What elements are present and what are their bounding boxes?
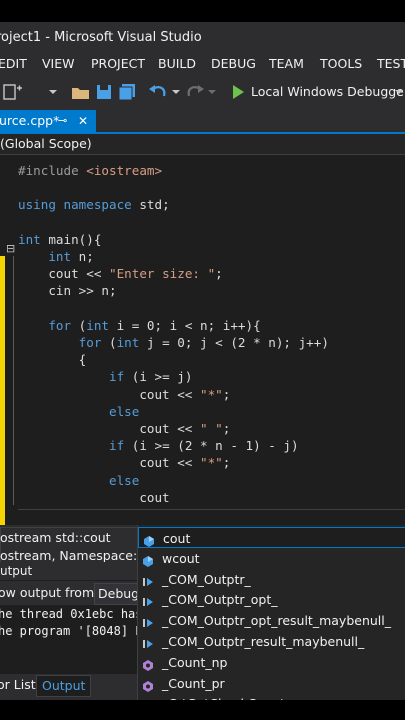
code-line[interactable]: { (18, 352, 87, 367)
tab-source-cpp[interactable]: urce.cpp* ⊸ ✕ (0, 110, 96, 132)
debugger-button[interactable]: Local Windows Debugger (251, 84, 405, 104)
function-icon (142, 677, 154, 692)
completion-item[interactable]: _COM_Outptr_opt_ (138, 589, 405, 610)
completion-label: _COM_Outptr_ (162, 571, 251, 587)
code-line[interactable]: if (i >= j) (18, 369, 192, 384)
change-margin (0, 256, 5, 505)
completion-item[interactable]: wcout (138, 548, 405, 569)
code-line[interactable]: if (i >= (2 * n - 1) - j) (18, 438, 299, 453)
menu-tools[interactable]: TOOLS (320, 56, 362, 71)
play-icon[interactable] (230, 82, 246, 102)
code-line[interactable]: int n; (18, 249, 94, 264)
completion-item[interactable]: cout (138, 527, 405, 548)
output-source-row: ow output from: Debug (0, 581, 142, 605)
code-editor-tail (0, 505, 405, 525)
quickinfo-line1: ostream std::cout (0, 530, 111, 545)
completion-item[interactable]: _COM_Outptr_ (138, 569, 405, 590)
close-icon[interactable]: ✕ (78, 110, 88, 132)
function-icon (142, 656, 154, 671)
undo-icon[interactable] (147, 82, 169, 102)
menu-test[interactable]: TEST (377, 56, 405, 71)
scope-label: (Global Scope) (0, 136, 92, 151)
completion-item[interactable]: _COM_Outptr_result_maybenull_ (138, 631, 405, 652)
redo-dropdown-icon (208, 90, 216, 94)
completion-label: _CrtGetCheckCount (162, 693, 285, 700)
tab-error-list[interactable]: or List (0, 674, 36, 696)
completion-item[interactable]: _Count_pr (138, 673, 405, 694)
tab-label: urce.cpp* (0, 113, 60, 128)
macro-icon (142, 614, 154, 628)
code-line[interactable]: for (int i = 0; i < n; i++){ (18, 318, 260, 333)
scope-dropdown[interactable]: (Global Scope) (0, 134, 405, 155)
window-title: roject1 - Microsoft Visual Studio (0, 30, 202, 45)
output-source-select[interactable]: Debug (94, 583, 142, 605)
output-line: he program '[8048] Pr (0, 624, 137, 638)
menu-team[interactable]: TEAM (269, 56, 304, 71)
completion-label: _Count_np (162, 654, 228, 670)
completion-item[interactable]: _Count_np (138, 652, 405, 673)
code-line[interactable]: for (int j = 0; j < (2 * n); j++) (18, 335, 329, 350)
menu-debug[interactable]: DEBUG (211, 56, 256, 71)
change-margin-tail (0, 505, 5, 525)
collapse-icon[interactable]: ⊟ (6, 242, 15, 255)
code-line[interactable]: cout << "*"; (18, 455, 230, 470)
menu-bar: EDIT VIEW PROJECT BUILD DEBUG TEAM TOOLS… (0, 54, 405, 76)
save-icon[interactable] (95, 82, 113, 102)
completion-item[interactable]: _COM_Outptr_opt_result_maybenull_ (138, 610, 405, 631)
intellisense-list[interactable]: cout wcout _COM_Outptr_ _COM_Outptr_opt_ _CO… (137, 525, 405, 700)
output-header: utput (0, 562, 137, 580)
save-all-icon[interactable] (117, 82, 137, 102)
code-line[interactable]: cout << " "; (18, 421, 230, 436)
output-line: he thread 0x1ebc has (0, 607, 137, 621)
ide-window: roject1 - Microsoft Visual Studio EDIT V… (0, 22, 405, 700)
menu-edit[interactable]: EDIT (0, 56, 27, 71)
completion-label: _Count_pr (162, 675, 225, 691)
undo-dropdown-icon[interactable] (170, 82, 182, 102)
tab-output[interactable]: Output (36, 675, 92, 697)
macro-icon (142, 635, 154, 648)
macro-icon (142, 593, 154, 607)
current-line-highlight (18, 509, 405, 526)
quick-info-tooltip: ostream std::cout ostream, Namespace: st… (0, 527, 160, 567)
code-line[interactable]: using namespace std; (18, 197, 170, 212)
new-project-icon[interactable] (2, 82, 24, 102)
bottom-tabs: or List Output (0, 674, 137, 698)
variable-icon (142, 552, 154, 567)
menu-build[interactable]: BUILD (158, 56, 196, 71)
completion-label: cout (163, 531, 191, 546)
code-line[interactable]: cout (18, 490, 169, 505)
title-bar: roject1 - Microsoft Visual Studio (0, 22, 405, 54)
code-line[interactable]: else (18, 404, 139, 419)
code-line[interactable]: cout << "Enter size: "; (18, 266, 222, 281)
code-line[interactable]: #include <iostream> (18, 163, 162, 178)
dropdown-arrow-icon[interactable] (46, 82, 60, 102)
completion-label: wcout (162, 550, 200, 566)
macro-icon (142, 573, 154, 586)
toolbar: Local Windows Debugger (0, 78, 405, 106)
completion-label: _COM_Outptr_opt_result_maybenull_ (162, 613, 391, 629)
variable-icon (143, 532, 155, 547)
code-line[interactable]: cin >> n; (18, 283, 116, 298)
open-folder-icon[interactable] (70, 82, 92, 102)
document-tabs: urce.cpp* ⊸ ✕ (0, 110, 405, 134)
code-line[interactable]: cout << "*"; (18, 387, 230, 402)
completion-item[interactable]: _CrtGetCheckCount (138, 693, 405, 700)
menu-view[interactable]: VIEW (42, 56, 75, 71)
code-line[interactable]: else (18, 473, 139, 488)
debugger-dropdown-icon[interactable] (393, 82, 405, 102)
redo-icon (187, 85, 204, 97)
outline-line (13, 256, 14, 505)
code-editor[interactable]: #include <iostream> using namespace std; i… (0, 155, 405, 522)
code-line[interactable]: int main(){ (18, 232, 101, 247)
completion-label: _COM_Outptr_result_maybenull_ (162, 634, 365, 649)
completion-label: _COM_Outptr_opt_ (162, 592, 278, 608)
output-source-label: ow output from: (0, 585, 99, 600)
menu-project[interactable]: PROJECT (91, 56, 145, 71)
pin-icon[interactable]: ⊸ (58, 110, 67, 132)
function-icon (142, 697, 154, 700)
